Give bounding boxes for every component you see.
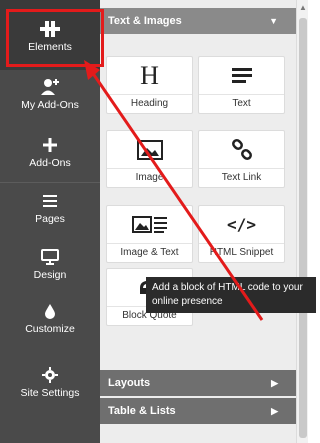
chevron-down-icon: ▼	[269, 16, 278, 26]
tile-label: Heading	[107, 94, 192, 109]
panel-scrollbar[interactable]: ▲	[296, 0, 308, 443]
tile-image[interactable]: Image	[106, 130, 193, 188]
sidebar-item-label: Site Settings	[20, 387, 80, 399]
sidebar-item-label: Pages	[35, 213, 65, 225]
tile-image-text[interactable]: Image & Text	[106, 205, 193, 263]
sidebar-item-label: Customize	[25, 323, 75, 335]
scroll-up-arrow-icon[interactable]: ▲	[299, 3, 307, 12]
tile-html-snippet[interactable]: </> HTML Snippet	[198, 205, 285, 263]
tile-label: Image & Text	[107, 243, 192, 258]
elements-panel: Text & Images ▼ H Heading Text Image Tex…	[100, 0, 296, 443]
sidebar-item-design[interactable]: Design	[0, 248, 100, 281]
sidebar-item-add-ons[interactable]: Add-Ons	[0, 136, 100, 169]
sidebar-item-label: My Add-Ons	[21, 99, 79, 111]
tile-text[interactable]: Text	[198, 56, 285, 114]
monitor-icon	[40, 248, 60, 266]
tile-text-link[interactable]: Text Link	[198, 130, 285, 188]
sidebar-divider	[0, 182, 100, 183]
section-header-text-images[interactable]: Text & Images ▼	[100, 8, 296, 34]
section-header-label: Text & Images	[108, 15, 182, 27]
sidebar-item-label: Elements	[28, 41, 72, 53]
droplet-icon	[40, 302, 60, 320]
tile-label: HTML Snippet	[199, 243, 284, 258]
sidebar-item-pages[interactable]: Pages	[0, 192, 100, 225]
html-snippet-tooltip: Add a block of HTML code to your online …	[146, 277, 316, 313]
gear-icon	[40, 366, 60, 384]
tile-label: Text Link	[199, 168, 284, 183]
link-icon	[199, 131, 284, 168]
image-icon	[107, 131, 192, 168]
text-lines-icon	[199, 57, 284, 94]
addons-person-icon	[40, 78, 60, 96]
tile-heading[interactable]: H Heading	[106, 56, 193, 114]
heading-icon: H	[140, 60, 159, 90]
section-header-label: Layouts	[108, 377, 151, 389]
image-text-icon	[107, 206, 192, 243]
section-header-label: Table & Lists	[108, 405, 176, 417]
left-sidebar: Elements My Add-Ons Add-Ons Pages Design…	[0, 0, 100, 443]
sidebar-item-customize[interactable]: Customize	[0, 302, 100, 335]
sidebar-item-label: Design	[33, 269, 67, 281]
sidebar-item-site-settings[interactable]: Site Settings	[0, 366, 100, 399]
code-icon: </>	[227, 215, 256, 234]
elements-icon	[40, 20, 60, 38]
tile-label: Image	[107, 168, 192, 183]
plus-icon	[40, 136, 60, 154]
chevron-right-icon: ▶	[271, 405, 278, 416]
section-header-table-lists[interactable]: Table & Lists ▶	[100, 398, 296, 424]
sidebar-item-elements[interactable]: Elements	[0, 0, 100, 70]
chevron-right-icon: ▶	[271, 377, 278, 388]
sidebar-item-label: Add-Ons	[29, 157, 71, 169]
scroll-thumb[interactable]	[299, 18, 307, 438]
tile-label: Text	[199, 94, 284, 109]
sidebar-item-my-add-ons[interactable]: My Add-Ons	[0, 78, 100, 111]
section-header-layouts[interactable]: Layouts ▶	[100, 370, 296, 396]
pages-icon	[40, 192, 60, 210]
